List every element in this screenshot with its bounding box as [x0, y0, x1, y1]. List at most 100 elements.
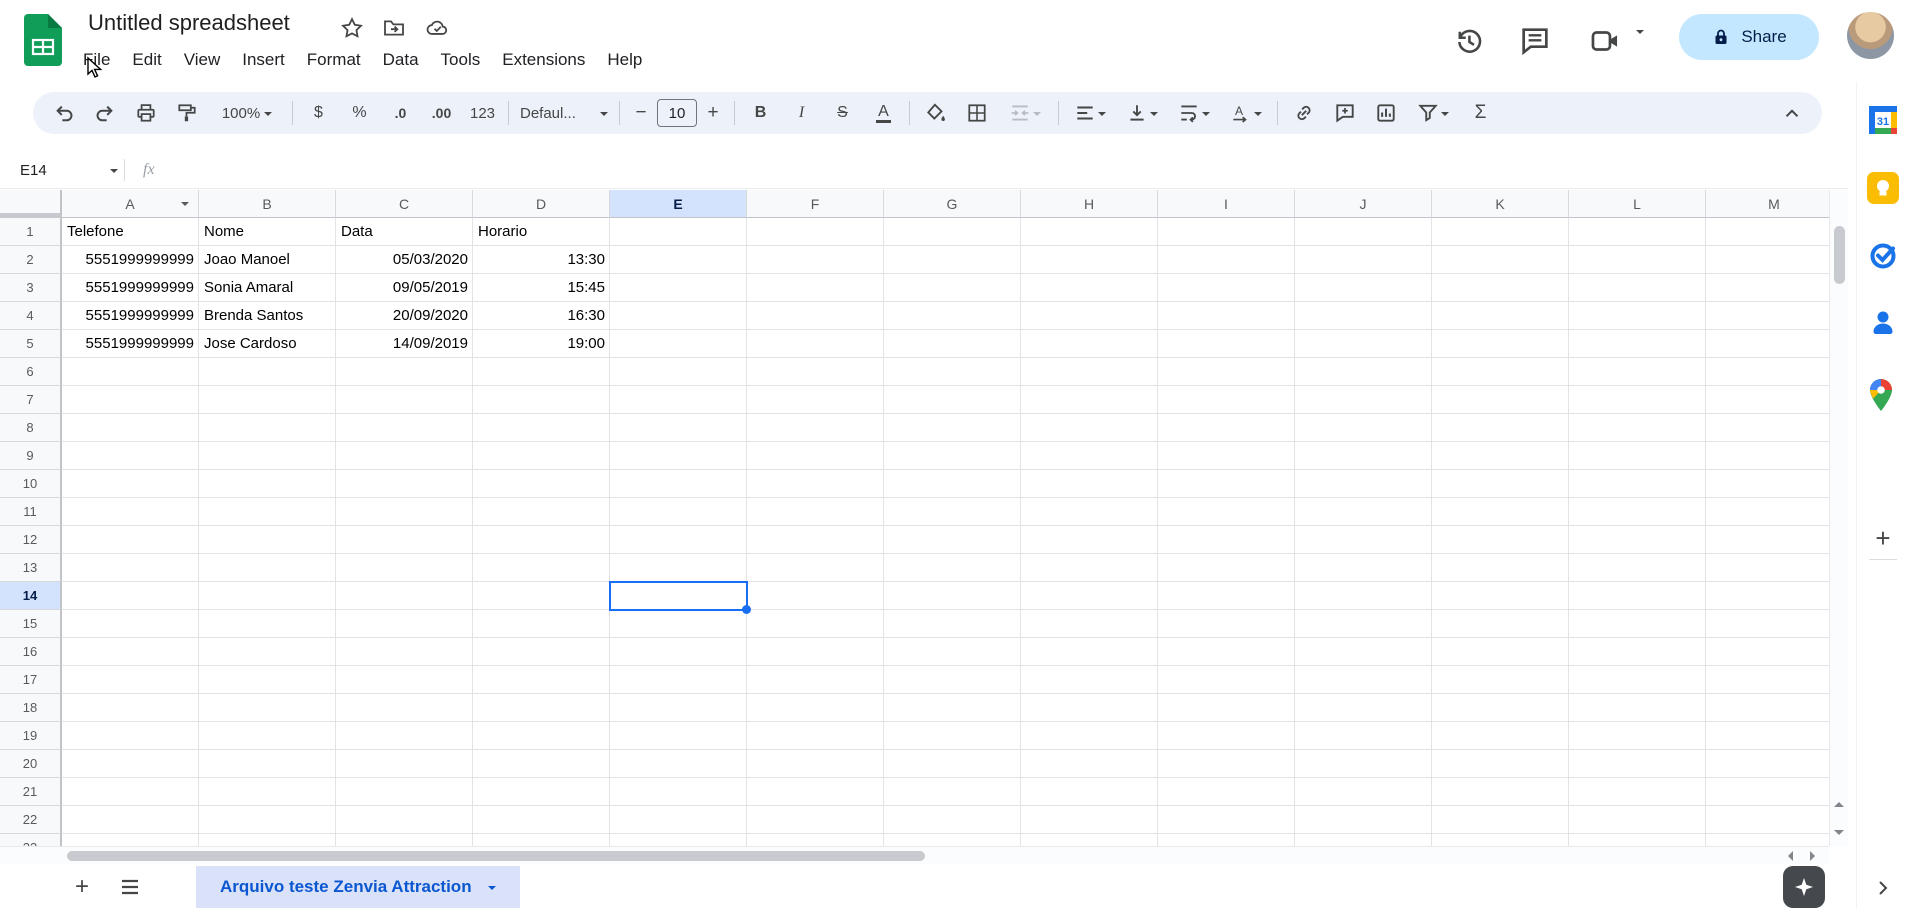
cloud-saved-icon[interactable]: [425, 16, 450, 40]
vertical-scrollbar-thumb[interactable]: [1834, 226, 1845, 284]
horizontal-scrollbar[interactable]: [0, 846, 1829, 864]
horizontal-scrollbar-thumb[interactable]: [67, 851, 925, 861]
fill-handle[interactable]: [742, 605, 751, 614]
document-title[interactable]: Untitled spreadsheet: [88, 10, 290, 36]
bold-button[interactable]: B: [740, 93, 781, 133]
row-header-4[interactable]: 4: [0, 302, 62, 330]
menu-item-view[interactable]: View: [173, 47, 232, 73]
row-header-8[interactable]: 8: [0, 414, 62, 442]
menu-item-edit[interactable]: Edit: [121, 47, 172, 73]
menu-item-insert[interactable]: Insert: [231, 47, 296, 73]
grid-cell-b5[interactable]: Jose Cardoso: [199, 330, 336, 358]
grid-cell-c3[interactable]: 09/05/2019: [336, 274, 473, 302]
row-header-14[interactable]: 14: [0, 582, 62, 610]
comments-icon[interactable]: [1518, 24, 1552, 58]
gemini-sparkle-button[interactable]: [1783, 866, 1825, 908]
italic-button[interactable]: I: [781, 93, 822, 133]
google-maps-icon[interactable]: [1867, 378, 1895, 412]
column-header-l[interactable]: L: [1569, 190, 1706, 218]
grid-cell-c4[interactable]: 20/09/2020: [336, 302, 473, 330]
grid-cell-d4[interactable]: 16:30: [473, 302, 610, 330]
row-header-16[interactable]: 16: [0, 638, 62, 666]
google-contacts-icon[interactable]: [1867, 306, 1899, 338]
menu-item-format[interactable]: Format: [296, 47, 372, 73]
move-folder-icon[interactable]: [382, 16, 406, 40]
column-header-d[interactable]: D: [473, 190, 610, 218]
row-header-22[interactable]: 22: [0, 806, 62, 834]
star-icon[interactable]: [340, 16, 364, 40]
row-header-1[interactable]: 1: [0, 218, 62, 246]
format-currency-button[interactable]: $: [298, 93, 339, 133]
grid-cell-d2[interactable]: 13:30: [473, 246, 610, 274]
version-history-icon[interactable]: [1452, 24, 1486, 58]
menu-item-tools[interactable]: Tools: [430, 47, 492, 73]
decrease-decimal-button[interactable]: .0: [380, 93, 421, 133]
increase-decimal-button[interactable]: .00: [421, 93, 462, 133]
row-header-7[interactable]: 7: [0, 386, 62, 414]
scroll-up-icon[interactable]: [1834, 802, 1844, 807]
grid-cell-b1[interactable]: Nome: [199, 218, 336, 246]
grid-cell-a1[interactable]: Telefone: [62, 218, 199, 246]
column-header-h[interactable]: H: [1021, 190, 1158, 218]
row-header-9[interactable]: 9: [0, 442, 62, 470]
borders-button[interactable]: [956, 93, 997, 133]
vertical-scrollbar[interactable]: [1829, 190, 1848, 846]
grid-cell-c1[interactable]: Data: [336, 218, 473, 246]
create-filter-button[interactable]: [1406, 93, 1460, 133]
grid-cell-b3[interactable]: Sonia Amaral: [199, 274, 336, 302]
grid-cell-d3[interactable]: 15:45: [473, 274, 610, 302]
google-calendar-icon[interactable]: 31: [1867, 104, 1899, 136]
row-header-5[interactable]: 5: [0, 330, 62, 358]
column-header-g[interactable]: G: [884, 190, 1021, 218]
show-side-panel-icon[interactable]: [1873, 878, 1893, 898]
column-header-f[interactable]: F: [747, 190, 884, 218]
column-header-m[interactable]: M: [1706, 190, 1829, 218]
grid-cell-b4[interactable]: Brenda Santos: [199, 302, 336, 330]
grid-cell-a4[interactable]: 5551999999999: [62, 302, 199, 330]
zoom-control[interactable]: 100%: [207, 93, 287, 133]
font-selector[interactable]: Defaul...: [514, 93, 614, 133]
grid-cell-b2[interactable]: Joao Manoel: [199, 246, 336, 274]
text-color-button[interactable]: A: [863, 93, 904, 133]
grid-body[interactable]: 1234567891011121314151617181920212223Tel…: [0, 218, 1829, 846]
grid-cell-a5[interactable]: 5551999999999: [62, 330, 199, 358]
vertical-align-button[interactable]: [1116, 93, 1168, 133]
increase-font-size-button[interactable]: +: [697, 93, 729, 133]
undo-button[interactable]: [43, 93, 84, 133]
paint-format-button[interactable]: [166, 93, 207, 133]
row-header-2[interactable]: 2: [0, 246, 62, 274]
insert-link-button[interactable]: [1283, 93, 1324, 133]
share-button[interactable]: Share: [1679, 14, 1819, 60]
insert-chart-button[interactable]: [1365, 93, 1406, 133]
menu-item-help[interactable]: Help: [596, 47, 653, 73]
row-header-12[interactable]: 12: [0, 526, 62, 554]
horizontal-align-button[interactable]: [1064, 93, 1116, 133]
scroll-down-icon[interactable]: [1834, 830, 1844, 835]
column-header-b[interactable]: B: [199, 190, 336, 218]
menu-item-extensions[interactable]: Extensions: [491, 47, 596, 73]
column-header-i[interactable]: I: [1158, 190, 1295, 218]
row-header-10[interactable]: 10: [0, 470, 62, 498]
row-header-19[interactable]: 19: [0, 722, 62, 750]
meet-dropdown-caret-icon[interactable]: [1634, 34, 1644, 52]
row-header-17[interactable]: 17: [0, 666, 62, 694]
row-header-13[interactable]: 13: [0, 554, 62, 582]
grid-cell-a3[interactable]: 5551999999999: [62, 274, 199, 302]
column-header-e[interactable]: E: [610, 190, 747, 218]
functions-button[interactable]: Σ: [1460, 93, 1501, 133]
name-box[interactable]: E14: [0, 162, 118, 179]
row-header-23[interactable]: 23: [0, 834, 62, 846]
grid-cell-c5[interactable]: 14/09/2019: [336, 330, 473, 358]
grid-cell-a2[interactable]: 5551999999999: [62, 246, 199, 274]
select-all-corner[interactable]: [0, 190, 62, 218]
strikethrough-button[interactable]: S: [822, 93, 863, 133]
insert-comment-button[interactable]: [1324, 93, 1365, 133]
sheets-logo-icon[interactable]: [24, 14, 62, 66]
all-sheets-menu-icon[interactable]: [120, 878, 140, 896]
column-header-c[interactable]: C: [336, 190, 473, 218]
row-header-15[interactable]: 15: [0, 610, 62, 638]
row-header-3[interactable]: 3: [0, 274, 62, 302]
decrease-font-size-button[interactable]: −: [625, 93, 657, 133]
text-wrap-button[interactable]: [1168, 93, 1220, 133]
fill-color-button[interactable]: [915, 93, 956, 133]
